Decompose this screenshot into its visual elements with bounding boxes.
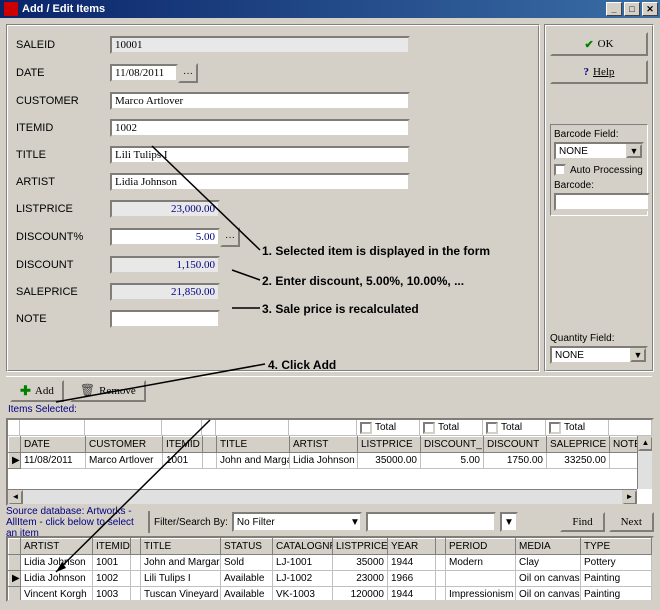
artist-field[interactable] [110, 173, 410, 191]
form-panel: SALEID DATE ··· CUSTOMER ITEMID TITLE [6, 24, 540, 372]
source-header-row: ARTIST ITEMID TITLE STATUS CATALOGNR LIS… [9, 539, 652, 555]
scrollbar-horizontal[interactable]: ◄► [8, 489, 637, 504]
add-button[interactable]: ✚ Add [10, 380, 64, 402]
discount-picker-button[interactable]: ··· [220, 227, 240, 247]
help-icon: ? [584, 66, 590, 78]
label-itemid: ITEMID [16, 122, 110, 134]
chevron-down-icon: ▼ [626, 144, 642, 158]
label-saleid: SALEID [16, 39, 110, 51]
find-button[interactable]: Find [560, 512, 604, 532]
filter-label: Filter/Search By: [154, 517, 228, 528]
barcode-field-value: NONE [559, 146, 588, 157]
listprice-field[interactable] [110, 200, 220, 218]
barcode-input[interactable] [554, 193, 650, 211]
titlebar-controls: _ □ ✕ [606, 2, 658, 16]
table-row[interactable]: Lidia Johnson 1001 John and Margar Sold … [9, 555, 652, 571]
trash-icon: 🗑 [80, 383, 95, 398]
date-field[interactable] [110, 64, 178, 82]
label-title: TITLE [16, 149, 110, 161]
scrollbar-vertical[interactable]: ▲ [637, 436, 652, 489]
side-panel: ✔ OK ? Help Barcode Field: NONE ▼ Auto P… [544, 24, 654, 372]
note-field[interactable] [110, 310, 220, 328]
customer-field[interactable] [110, 92, 410, 110]
totals-row: Total Total Total Total [8, 420, 652, 436]
row-pointer-icon: ▶ [9, 453, 21, 469]
app-icon [4, 2, 18, 16]
titlebar-text: Add / Edit Items [22, 3, 606, 15]
filter-mini-select[interactable]: ▼ [500, 512, 518, 532]
ok-button[interactable]: ✔ OK [550, 32, 648, 56]
filter-input[interactable] [366, 512, 496, 532]
filter-value: No Filter [237, 517, 275, 528]
titlebar: Add / Edit Items _ □ ✕ [0, 0, 660, 18]
autoprocessing-checkbox[interactable] [554, 164, 566, 176]
chevron-down-icon: ▼ [504, 517, 514, 528]
discount-field[interactable] [110, 256, 220, 274]
source-info: Source database: Artworks - AllItem - cl… [6, 506, 144, 539]
discountpct-field[interactable] [110, 228, 220, 246]
checkmark-icon: ✔ [584, 38, 593, 51]
total-discount-checkbox[interactable] [486, 422, 498, 434]
toolbar: ✚ Add 🗑 Remove [6, 376, 652, 404]
help-button[interactable]: ? Help [550, 60, 648, 84]
plus-icon: ✚ [20, 383, 31, 399]
items-table[interactable]: DATE CUSTOMER ITEMID TITLE ARTIST LISTPR… [8, 436, 652, 469]
itemid-field[interactable] [110, 119, 410, 137]
chevron-down-icon: ▼ [630, 348, 646, 362]
label-discountpct: DISCOUNT% [16, 231, 110, 243]
title-field[interactable] [110, 146, 410, 164]
label-customer: CUSTOMER [16, 95, 110, 107]
add-label: Add [35, 385, 54, 397]
label-artist: ARTIST [16, 176, 110, 188]
saleid-field[interactable] [110, 36, 410, 54]
close-button[interactable]: ✕ [642, 2, 658, 16]
help-label: Help [593, 66, 614, 78]
total-discountpct-checkbox[interactable] [423, 422, 435, 434]
quantity-field-value: NONE [555, 350, 584, 361]
total-listprice-checkbox[interactable] [360, 422, 372, 434]
label-saleprice: SALEPRICE [16, 286, 110, 298]
autoprocessing-label: Auto Processing [570, 165, 643, 176]
ok-label: OK [598, 38, 614, 50]
chevron-down-icon: ▼ [350, 517, 360, 528]
barcode-group: Barcode Field: NONE ▼ Auto Processing Ba… [550, 124, 648, 216]
quantity-field-label: Quantity Field: [550, 333, 648, 344]
barcode-field-label: Barcode Field: [554, 129, 644, 140]
remove-button[interactable]: 🗑 Remove [70, 380, 146, 402]
remove-label: Remove [99, 385, 136, 397]
filter-select[interactable]: No Filter ▼ [232, 512, 362, 532]
label-date: DATE [16, 67, 110, 79]
next-button[interactable]: Next [609, 512, 654, 532]
maximize-button[interactable]: □ [624, 2, 640, 16]
barcode-label: Barcode: [554, 180, 644, 191]
items-selected-label: Items Selected: [8, 404, 77, 415]
table-row[interactable]: ▶ 11/08/2011 Marco Artlover 1001 John an… [9, 453, 652, 469]
source-grid: ARTIST ITEMID TITLE STATUS CATALOGNR LIS… [6, 536, 654, 602]
label-listprice: LISTPRICE [16, 203, 110, 215]
table-row[interactable]: ▶ Lidia Johnson 1002 Lili Tulips I Avail… [9, 571, 652, 587]
barcode-field-select[interactable]: NONE ▼ [554, 142, 644, 160]
quantity-field-select[interactable]: NONE ▼ [550, 346, 648, 364]
date-picker-button[interactable]: ··· [178, 63, 198, 83]
total-saleprice-checkbox[interactable] [549, 422, 561, 434]
source-table[interactable]: ARTIST ITEMID TITLE STATUS CATALOGNR LIS… [8, 538, 652, 602]
label-note: NOTE [16, 313, 110, 325]
source-bar: Source database: Artworks - AllItem - cl… [6, 510, 654, 534]
label-discount: DISCOUNT [16, 259, 110, 271]
saleprice-field[interactable] [110, 283, 220, 301]
table-row[interactable]: Vincent Korgh 1003 Tuscan Vineyard Avail… [9, 587, 652, 603]
minimize-button[interactable]: _ [606, 2, 622, 16]
items-header-row: DATE CUSTOMER ITEMID TITLE ARTIST LISTPR… [9, 437, 652, 453]
items-grid: Total Total Total Total DATE CUSTOMER IT… [6, 418, 654, 506]
